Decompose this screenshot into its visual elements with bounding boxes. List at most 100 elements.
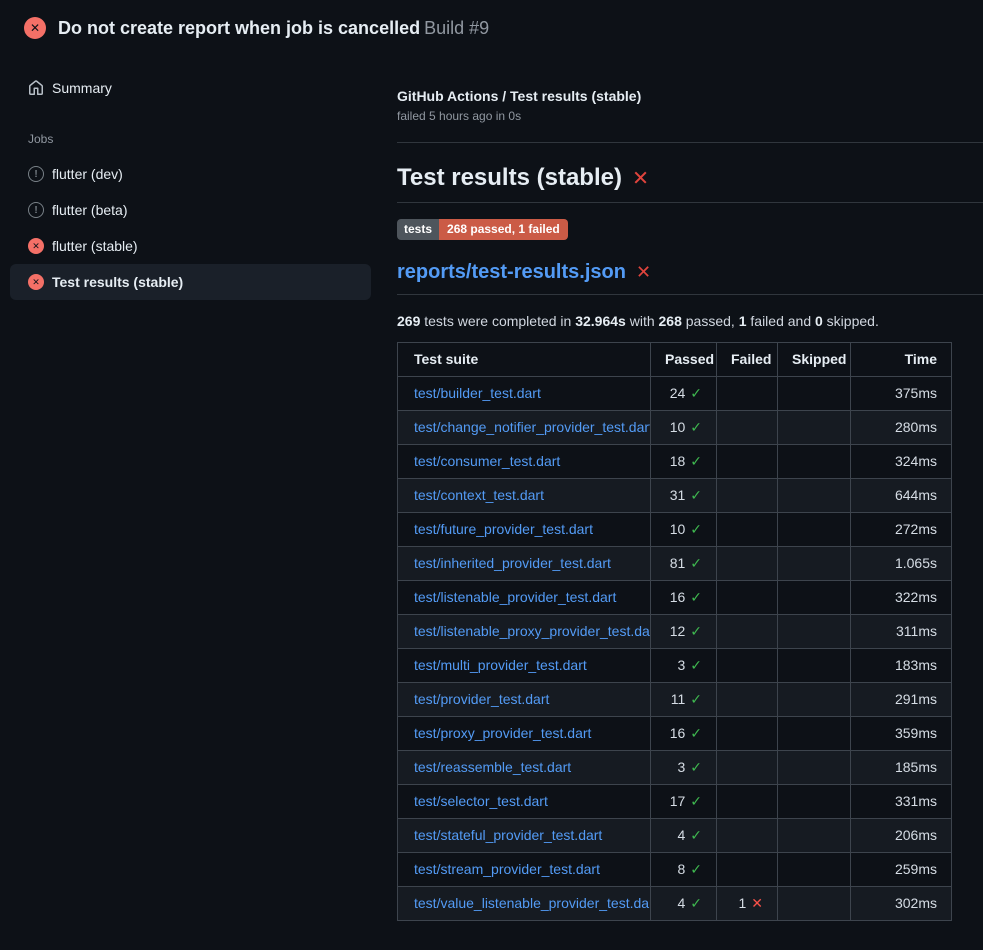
jobs-section-label: Jobs (28, 132, 381, 146)
skipped-cell (778, 615, 851, 649)
failed-cell (717, 785, 778, 819)
test-suite-link[interactable]: test/stateful_provider_test.dart (414, 827, 602, 843)
suite-cell: test/selector_test.dart (398, 785, 651, 819)
report-heading: reports/test-results.json ✕ (397, 261, 983, 295)
column-skipped: Skipped (778, 343, 851, 377)
failed-x-icon: ✕ (632, 166, 649, 191)
failed-cell: 1✕ (717, 887, 778, 921)
breadcrumb: GitHub Actions / Test results (stable) (397, 88, 983, 104)
skipped-cell (778, 547, 851, 581)
table-row: test/listenable_provider_test.dart16✓322… (398, 581, 952, 615)
sidebar-item-job-0[interactable]: !flutter (dev) (10, 156, 371, 192)
skipped-cell (778, 411, 851, 445)
suite-cell: test/future_provider_test.dart (398, 513, 651, 547)
test-suite-link[interactable]: test/selector_test.dart (414, 793, 548, 809)
time-cell: 322ms (851, 581, 952, 615)
report-file-link[interactable]: reports/test-results.json (397, 261, 626, 284)
check-icon: ✓ (690, 725, 702, 741)
sidebar-summary-label: Summary (52, 80, 112, 96)
failed-cell (717, 581, 778, 615)
failed-x-icon: ✕ (636, 262, 651, 283)
skipped-cell (778, 819, 851, 853)
job-label: Test results (stable) (52, 274, 183, 290)
test-results-table: Test suite Passed Failed Skipped Time te… (397, 342, 952, 921)
check-section-title: Test results (stable) ✕ (397, 164, 983, 203)
time-cell: 206ms (851, 819, 952, 853)
test-suite-link[interactable]: test/context_test.dart (414, 487, 544, 503)
time-cell: 302ms (851, 887, 952, 921)
sidebar-item-job-1[interactable]: !flutter (beta) (10, 192, 371, 228)
test-suite-link[interactable]: test/stream_provider_test.dart (414, 861, 600, 877)
test-suite-link[interactable]: test/change_notifier_provider_test.dart (414, 419, 651, 435)
failed-cell (717, 513, 778, 547)
test-suite-link[interactable]: test/inherited_provider_test.dart (414, 555, 611, 571)
failed-x-icon: ✕ (28, 238, 44, 254)
jobs-list: !flutter (dev)!flutter (beta) ✕ flutter (s… (0, 156, 381, 300)
skipped-cell (778, 581, 851, 615)
run-title: Do not create report when job is cancell… (58, 18, 420, 38)
skipped-cell (778, 683, 851, 717)
badge-value: 268 passed, 1 failed (439, 219, 568, 240)
passed-cell: 18✓ (651, 445, 717, 479)
skipped-cell (778, 445, 851, 479)
sidebar-item-job-3[interactable]: ✕Test results (stable) (10, 264, 371, 300)
test-suite-link[interactable]: test/future_provider_test.dart (414, 521, 593, 537)
failed-cell (717, 411, 778, 445)
test-suite-link[interactable]: test/provider_test.dart (414, 691, 549, 707)
passed-cell: 17✓ (651, 785, 717, 819)
passed-count: 16 (670, 589, 686, 605)
check-icon: ✓ (690, 895, 702, 911)
check-icon: ✓ (690, 521, 702, 537)
passed-count: 16 (670, 725, 686, 741)
check-icon: ✓ (690, 691, 702, 707)
failed-cell (717, 479, 778, 513)
home-icon (28, 80, 44, 96)
passed-count: 18 (670, 453, 686, 469)
test-suite-link[interactable]: test/listenable_proxy_provider_test.dart (414, 623, 651, 639)
suite-cell: test/value_listenable_provider_test.dart (398, 887, 651, 921)
badge-label: tests (397, 219, 439, 240)
failed-cell (717, 717, 778, 751)
skipped-cell (778, 479, 851, 513)
test-suite-link[interactable]: test/multi_provider_test.dart (414, 657, 587, 673)
suite-cell: test/stateful_provider_test.dart (398, 819, 651, 853)
suite-cell: test/inherited_provider_test.dart (398, 547, 651, 581)
table-row: test/inherited_provider_test.dart81✓1.06… (398, 547, 952, 581)
suite-cell: test/proxy_provider_test.dart (398, 717, 651, 751)
test-suite-link[interactable]: test/listenable_provider_test.dart (414, 589, 616, 605)
table-header-row: Test suite Passed Failed Skipped Time (398, 343, 952, 377)
check-icon: ✓ (690, 487, 702, 503)
sidebar-item-job-2[interactable]: ✕ flutter (stable) (10, 228, 371, 264)
passed-cell: 8✓ (651, 853, 717, 887)
test-suite-link[interactable]: test/consumer_test.dart (414, 453, 560, 469)
passed-cell: 10✓ (651, 513, 717, 547)
passed-cell: 10✓ (651, 411, 717, 445)
test-summary-line: 269 tests were completed in 32.964s with… (397, 313, 983, 329)
test-suite-link[interactable]: test/builder_test.dart (414, 385, 541, 401)
passed-count: 24 (670, 385, 686, 401)
build-number: Build #9 (424, 18, 489, 38)
suite-cell: test/listenable_provider_test.dart (398, 581, 651, 615)
test-suite-link[interactable]: test/value_listenable_provider_test.dart (414, 895, 651, 911)
run-status-line: failed 5 hours ago in 0s (397, 109, 983, 123)
passed-count: 4 (677, 827, 685, 843)
check-icon: ✓ (690, 827, 702, 843)
sidebar-item-summary[interactable]: Summary (10, 70, 371, 106)
passed-cell: 12✓ (651, 615, 717, 649)
check-icon: ✓ (690, 555, 702, 571)
job-label: flutter (stable) (52, 238, 138, 254)
table-row: test/proxy_provider_test.dart 16✓ 359ms (398, 717, 952, 751)
sidebar: Summary Jobs !flutter (dev)!flutter (bet… (0, 52, 381, 300)
time-cell: 272ms (851, 513, 952, 547)
passed-cell: 4✓ (651, 887, 717, 921)
check-icon: ✓ (690, 453, 702, 469)
failed-cell (717, 751, 778, 785)
failed-cell (717, 445, 778, 479)
tests-badge: tests 268 passed, 1 failed (397, 219, 568, 240)
skipped-cell (778, 377, 851, 411)
time-cell: 359ms (851, 717, 952, 751)
test-suite-link[interactable]: test/proxy_provider_test.dart (414, 725, 591, 741)
column-time: Time (851, 343, 952, 377)
test-suite-link[interactable]: test/reassemble_test.dart (414, 759, 571, 775)
passed-cell: 4✓ (651, 819, 717, 853)
